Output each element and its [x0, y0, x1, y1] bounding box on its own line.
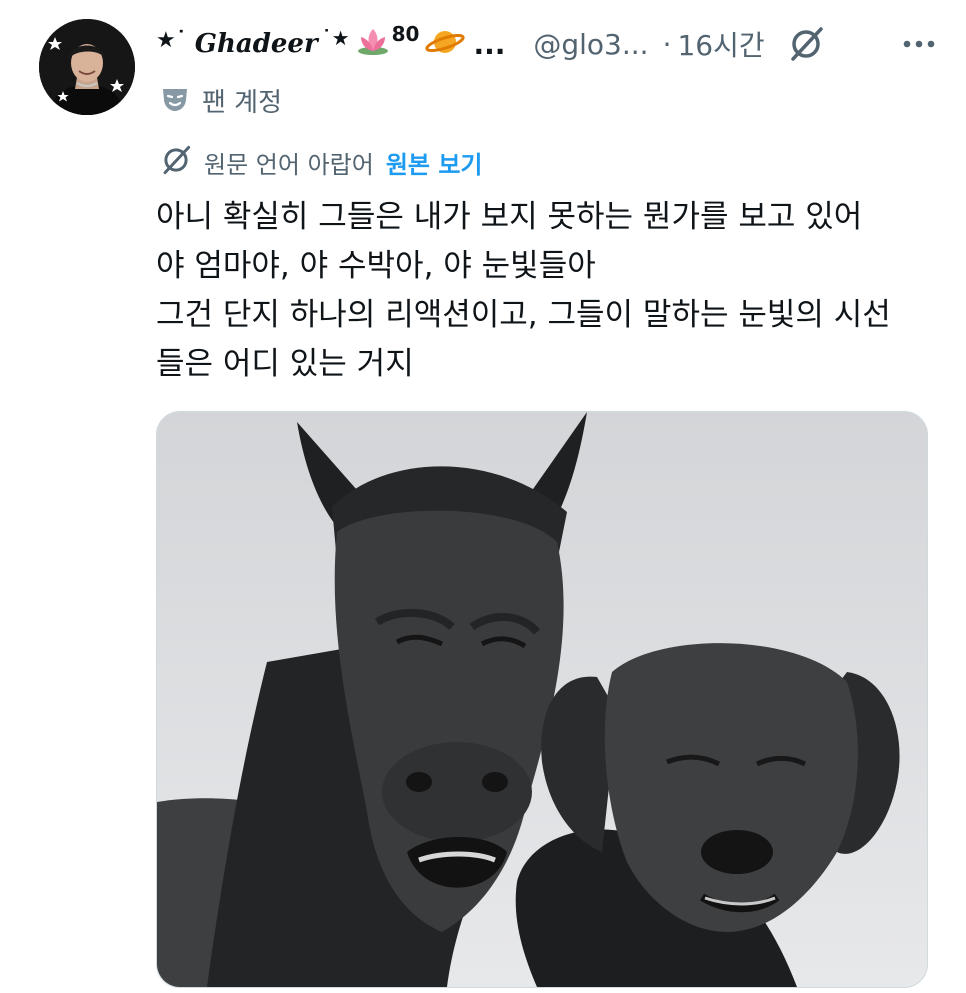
fan-account-badge: 팬 계정: [160, 82, 282, 119]
planet-emoji-icon: [425, 27, 466, 61]
name-ellipsis: ...: [473, 27, 506, 61]
fan-account-label: 팬 계정: [202, 88, 283, 118]
show-original-link[interactable]: 원본 보기: [386, 145, 483, 180]
name-number: 80: [391, 22, 420, 46]
more-icon[interactable]: [902, 39, 936, 49]
grok-icon[interactable]: [787, 25, 825, 63]
author-handle[interactable]: @glo3...: [533, 28, 648, 61]
tweet-text-line: 아니 확실히 그들은 내가 보지 못하는 뭔가를 보고 있어: [156, 199, 863, 235]
theater-mask-icon: [160, 85, 190, 117]
star-decoration-icon: ˙★: [321, 26, 350, 50]
dot-separator: ·: [662, 27, 672, 61]
star-decoration-icon: ★˙: [156, 27, 187, 53]
tweet-header: ★˙ Ghadeer ˙★ 80 ... @glo3... · 16시간: [156, 18, 936, 70]
translation-notice: 원문 언어 아랍어 원본 보기: [160, 144, 483, 180]
author-display-name[interactable]: Ghadeer: [195, 29, 318, 59]
author-avatar[interactable]: [39, 19, 135, 115]
tweet-text: 아니 확실히 그들은 내가 보지 못하는 뭔가를 보고 있어 야 엄마야, 야 …: [156, 193, 946, 389]
grok-icon: [160, 144, 192, 180]
tweet-text-line: 야 엄마야, 야 수박아, 야 눈빛들아: [156, 248, 596, 284]
tweet-text-line: 그건 단지 하나의 리액션이고, 그들이 말하는 눈빛의 시선: [156, 297, 891, 333]
lotus-emoji-icon: [356, 27, 390, 61]
tweet-text-line: 들은 어디 있는 거지: [156, 346, 414, 382]
tweet-timestamp[interactable]: 16시간: [677, 24, 764, 64]
translation-source-language: 원문 언어 아랍어: [204, 150, 374, 179]
tweet-media-image[interactable]: [156, 411, 928, 988]
